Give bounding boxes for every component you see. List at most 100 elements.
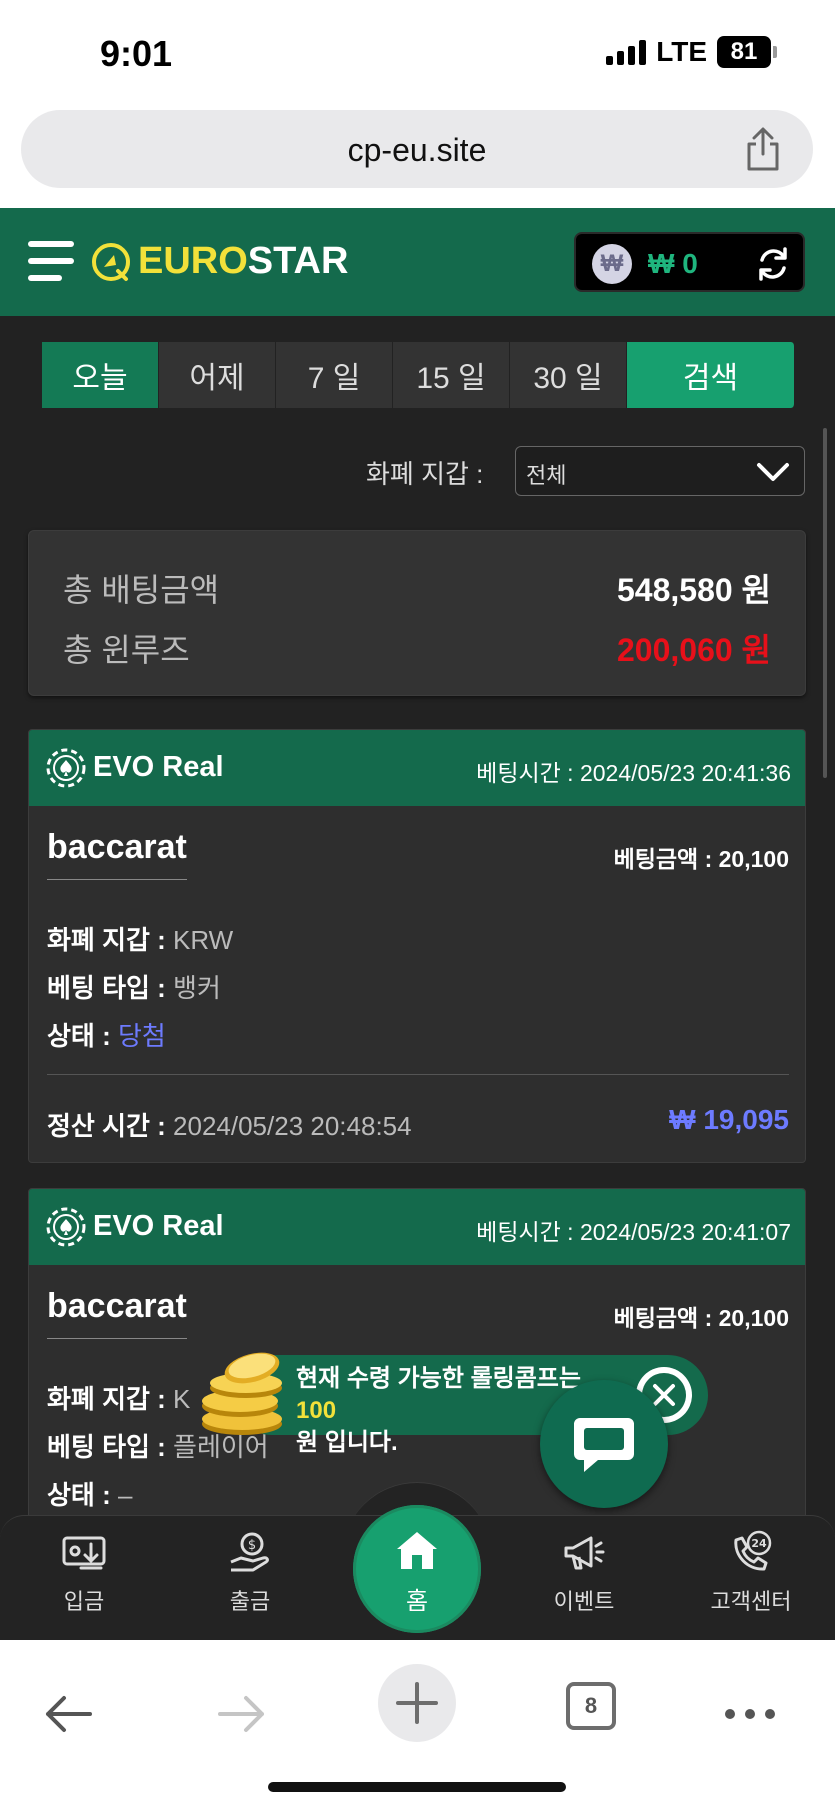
toast-message-prefix: 현재 수령 가능한 롤링콤프는 — [296, 1365, 581, 1392]
logo-text-euro: EURO — [138, 240, 248, 282]
currency-label: 화폐 지갑 : — [47, 1384, 166, 1414]
menu-icon[interactable] — [28, 241, 74, 285]
gold-coins-icon — [202, 1352, 282, 1435]
won-coin-icon: ₩ — [592, 244, 632, 284]
network-type: LTE — [656, 36, 707, 67]
currency-select-value: 전체 — [526, 463, 567, 488]
bet-summary-panel: 총 배팅금액 548,580 원 총 윈루즈 200,060 원 — [28, 530, 806, 696]
toast-highlight-amount: 100 — [296, 1397, 337, 1424]
currency-filter-label: 화폐 지갑 : — [366, 459, 484, 489]
chat-bubble-icon — [574, 1418, 634, 1472]
total-bet-label: 총 배팅금액 — [63, 572, 220, 608]
bet-time: 베팅시간 : 2024/05/23 20:41:36 — [476, 760, 791, 786]
browser-url-area: cp-eu.site — [0, 105, 835, 208]
search-button[interactable]: 검색 — [627, 342, 795, 408]
payout-amount: ₩ 19,095 — [669, 1104, 789, 1135]
currency-value: K — [173, 1384, 191, 1414]
bet-type-value: 뱅커 — [173, 973, 221, 1003]
bet-amount: 베팅금액 : 20,100 — [613, 846, 789, 872]
bet-time: 베팅시간 : 2024/05/23 20:41:07 — [476, 1219, 791, 1245]
svg-text:24: 24 — [751, 1537, 767, 1550]
nav-support[interactable]: 24 고객센터 — [681, 1530, 821, 1616]
status-bar: 9:01 LTE 81 — [0, 0, 835, 105]
total-bet-value: 548,580 원 — [616, 572, 771, 608]
bet-type-label: 베팅 타입 : — [47, 1432, 166, 1462]
nav-event[interactable]: 이벤트 — [514, 1530, 654, 1616]
bet-card-header: EVO Real 베팅시간 : 2024/05/23 20:41:36 — [29, 730, 805, 806]
date-range-tabs: 오늘 어제 7 일 15 일 30 일 검색 — [42, 342, 795, 408]
status-value: 당첨 — [117, 1021, 166, 1051]
nav-deposit[interactable]: 입금 — [14, 1530, 154, 1616]
provider-name: EVO Real — [93, 1210, 224, 1242]
svg-text:$: $ — [248, 1538, 256, 1553]
live-chat-button[interactable] — [540, 1380, 668, 1508]
bet-type-label: 베팅 타입 : — [47, 973, 166, 1003]
address-bar[interactable]: cp-eu.site — [21, 110, 813, 188]
balance-amount: ₩ 0 — [648, 248, 698, 279]
summary-total-winloss: 총 윈루즈 200,060 원 — [63, 625, 771, 671]
game-name: baccarat — [47, 1287, 187, 1339]
deposit-icon — [62, 1536, 106, 1570]
refresh-icon[interactable] — [755, 246, 791, 282]
battery-icon: 81 — [717, 36, 777, 68]
plus-icon — [396, 1682, 438, 1724]
settle-value: 2024/05/23 20:48:54 — [173, 1111, 412, 1141]
back-arrow-icon[interactable] — [40, 1686, 96, 1742]
share-icon[interactable] — [743, 126, 783, 172]
settle-line: 정산 시간 : 2024/05/23 20:48:54 — [47, 1106, 412, 1143]
poker-chip-icon — [46, 748, 86, 788]
nav-withdraw[interactable]: $ 출금 — [180, 1530, 320, 1616]
toast-message-line2: 원 입니다. — [296, 1429, 398, 1456]
currency-value: KRW — [173, 925, 234, 955]
nav-support-label: 고객센터 — [710, 1589, 792, 1614]
status-label: 상태 : — [47, 1480, 111, 1510]
new-tab-button[interactable] — [378, 1664, 456, 1742]
nav-home-button[interactable]: 홈 — [353, 1505, 481, 1633]
bet-card: EVO Real 베팅시간 : 2024/05/23 20:41:36 bacc… — [28, 729, 806, 1163]
tab-7-days[interactable]: 7 일 — [276, 342, 393, 408]
currency-line: 화폐 지갑 : KRW — [47, 920, 233, 957]
home-icon — [397, 1532, 437, 1569]
withdraw-icon: $ — [230, 1532, 269, 1572]
bet-type-line: 베팅 타입 : 뱅커 — [47, 968, 221, 1005]
tab-yesterday[interactable]: 어제 — [159, 342, 276, 408]
nav-withdraw-label: 출금 — [229, 1589, 271, 1614]
status-label: 상태 : — [47, 1021, 111, 1051]
summary-total-bet: 총 배팅금액 548,580 원 — [63, 565, 771, 611]
logo-text-star: STAR — [247, 240, 349, 282]
site-header: EUROSTAR ₩ ₩ 0 — [0, 208, 835, 316]
wallet-balance[interactable]: ₩ ₩ 0 — [574, 232, 805, 292]
total-winloss-label: 총 윈루즈 — [63, 632, 190, 668]
megaphone-icon — [564, 1536, 605, 1570]
battery-level: 81 — [717, 36, 771, 68]
bet-amount: 베팅금액 : 20,100 — [613, 1305, 789, 1331]
site-logo[interactable]: EUROSTAR — [90, 240, 348, 283]
settle-label: 정산 시간 : — [47, 1111, 166, 1141]
divider — [47, 1074, 789, 1075]
game-name: baccarat — [47, 828, 187, 880]
page-scrollbar[interactable] — [823, 428, 827, 778]
tab-30-days[interactable]: 30 일 — [510, 342, 627, 408]
nav-event-label: 이벤트 — [553, 1589, 615, 1614]
more-options-icon[interactable] — [722, 1704, 778, 1724]
currency-select[interactable]: 전체 — [515, 446, 805, 496]
tab-count-button[interactable]: 8 — [566, 1682, 616, 1730]
signal-icon — [606, 39, 647, 65]
support-phone-icon: 24 — [734, 1530, 772, 1571]
status-time: 9:01 — [100, 33, 173, 74]
currency-line: 화폐 지갑 : K — [47, 1379, 190, 1416]
currency-label: 화폐 지갑 : — [47, 925, 166, 955]
status-line: 상태 : – — [47, 1475, 132, 1512]
poker-chip-icon — [46, 1207, 86, 1247]
forward-arrow-icon[interactable] — [214, 1686, 270, 1742]
home-indicator — [268, 1782, 566, 1792]
tab-today[interactable]: 오늘 — [42, 342, 159, 408]
status-right: LTE 81 — [606, 36, 777, 68]
nav-home-label: 홈 — [405, 1588, 429, 1615]
provider-name: EVO Real — [93, 751, 224, 783]
bet-card-header: EVO Real 베팅시간 : 2024/05/23 20:41:07 — [29, 1189, 805, 1265]
logo-mark-icon — [92, 242, 130, 281]
status-line: 상태 : 당첨 — [47, 1016, 166, 1053]
nav-deposit-label: 입금 — [63, 1589, 105, 1614]
tab-15-days[interactable]: 15 일 — [393, 342, 510, 408]
